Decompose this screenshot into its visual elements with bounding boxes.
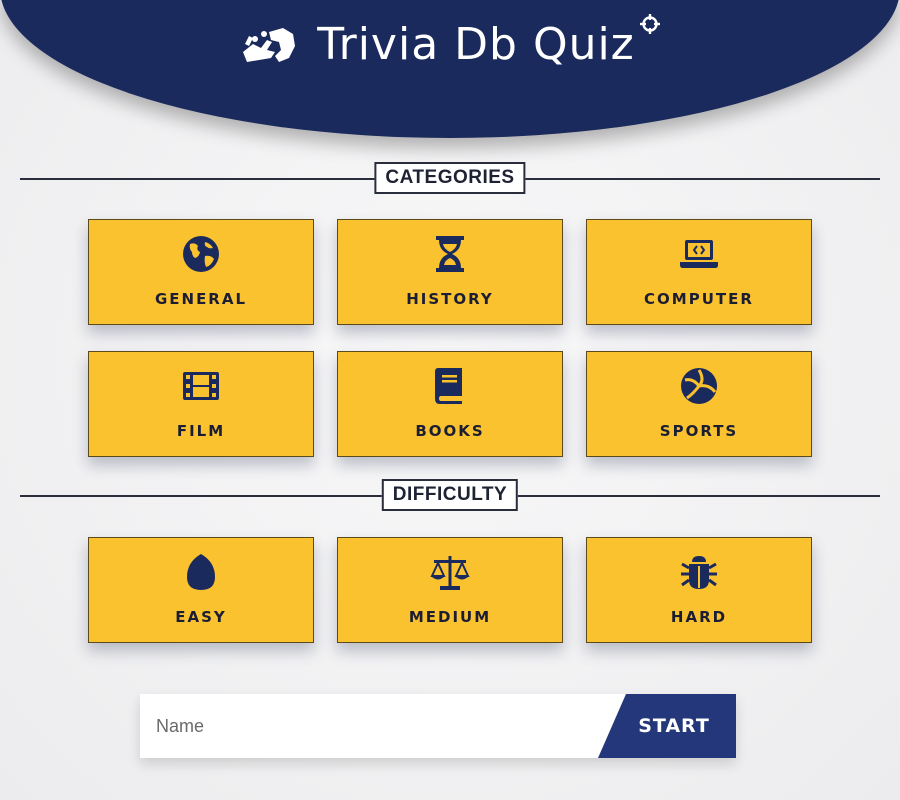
- difficulty-medium-button[interactable]: MEDIUM: [337, 537, 563, 643]
- hourglass-icon: [436, 236, 464, 272]
- category-label: SPORTS: [659, 422, 739, 440]
- difficulty-label: EASY: [175, 608, 227, 626]
- difficulty-label: MEDIUM: [408, 608, 492, 626]
- balance-scale-icon: [430, 556, 470, 590]
- category-label: COMPUTER: [644, 290, 754, 308]
- category-sports-button[interactable]: SPORTS: [586, 351, 812, 457]
- header: Trivia Db Quiz: [0, 0, 900, 138]
- category-film-button[interactable]: FILM: [88, 351, 314, 457]
- category-label: FILM: [176, 422, 226, 440]
- category-label: BOOKS: [415, 422, 485, 440]
- categories-heading: CATEGORIES: [374, 162, 526, 194]
- category-history-button[interactable]: HISTORY: [337, 219, 563, 325]
- film-icon: [183, 372, 219, 400]
- name-input[interactable]: [140, 694, 610, 758]
- book-icon: [435, 368, 462, 404]
- category-books-button[interactable]: BOOKS: [337, 351, 563, 457]
- crosshairs-icon: [639, 14, 660, 34]
- category-computer-button[interactable]: COMPUTER: [586, 219, 812, 325]
- laptop-code-icon: [680, 240, 718, 268]
- difficulty-hard-button[interactable]: HARD: [586, 537, 812, 643]
- globe-icon: [183, 236, 219, 272]
- category-label: HISTORY: [406, 290, 494, 308]
- name-start-bar: START: [140, 694, 736, 758]
- egg-icon: [187, 554, 215, 590]
- start-button[interactable]: START: [598, 694, 736, 758]
- difficulty-easy-button[interactable]: EASY: [88, 537, 314, 643]
- volleyball-icon: [681, 368, 717, 404]
- difficulty-heading: DIFFICULTY: [381, 479, 519, 511]
- quiz-page: Trivia Db Quiz CATEGORIES GENERAL HISTOR…: [0, 0, 900, 800]
- sign-language-hands-icon: [243, 28, 296, 62]
- category-general-button[interactable]: GENERAL: [88, 219, 314, 325]
- app-title: Trivia Db Quiz: [317, 18, 635, 70]
- category-label: GENERAL: [154, 290, 248, 308]
- difficulty-label: HARD: [670, 608, 728, 626]
- bug-icon: [681, 556, 717, 589]
